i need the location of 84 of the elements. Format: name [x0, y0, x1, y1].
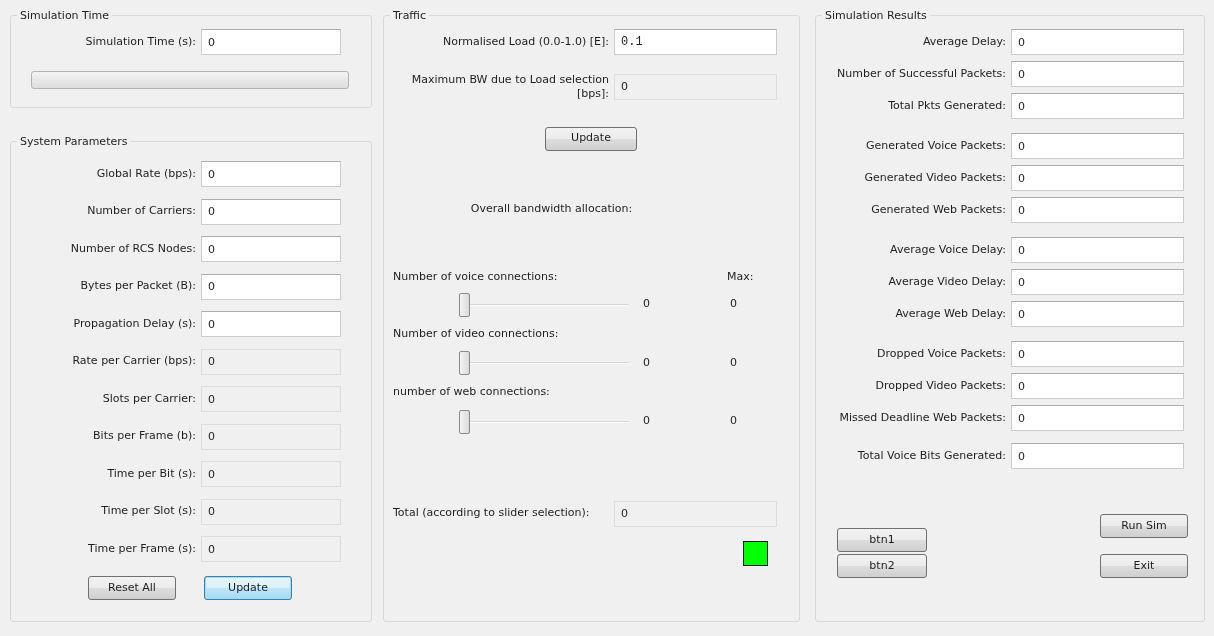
input-field[interactable]: 0: [201, 348, 341, 375]
field-label: Time per Bit (s):: [106, 465, 196, 482]
input-field[interactable]: 0: [201, 29, 341, 55]
max-value: 0: [730, 354, 737, 371]
input-field[interactable]: 0: [201, 536, 341, 562]
input-field[interactable]: 0: [1011, 237, 1184, 263]
input-field[interactable]: 0: [201, 423, 341, 450]
input-field[interactable]: 0: [1011, 165, 1184, 191]
field-label: Generated Video Packets:: [863, 169, 1006, 186]
input-field[interactable]: 0: [1011, 29, 1184, 55]
update-button[interactable]: Update: [545, 126, 637, 151]
field-label: Generated Web Packets:: [870, 201, 1006, 218]
button[interactable]: btn2: [837, 554, 927, 578]
field-label: Simulation Time (s):: [84, 33, 196, 50]
input-field[interactable]: 0: [1011, 405, 1184, 431]
input-field[interactable]: 0: [1011, 133, 1184, 159]
input-field[interactable]: 0: [1011, 443, 1184, 469]
field-label: Dropped Voice Packets:: [876, 345, 1006, 362]
field-label: Time per Frame (s):: [87, 540, 196, 557]
input-field[interactable]: 0: [1011, 341, 1184, 367]
field-label: Propagation Delay (s):: [72, 315, 196, 332]
group-title: Simulation Results: [824, 10, 928, 21]
input-field[interactable]: 0: [201, 198, 341, 225]
section-label: Overall bandwidth allocation:: [469, 200, 634, 217]
input-field[interactable]: 0: [1011, 373, 1184, 399]
group-title: System Parameters: [19, 136, 129, 147]
input-field[interactable]: 0: [614, 500, 777, 527]
input-field[interactable]: 0: [201, 498, 341, 525]
field-label: Total (according to slider selection):: [392, 505, 591, 522]
field-label: Global Rate (bps):: [95, 165, 196, 182]
field-label: Bits per Frame (b):: [92, 428, 196, 445]
field-label: Missed Deadline Web Packets:: [838, 409, 1006, 426]
input-field[interactable]: 0.1: [614, 29, 777, 55]
exit-button[interactable]: Exit: [1100, 554, 1188, 578]
field-label: Number of RCS Nodes:: [69, 240, 196, 257]
field-label: Generated Voice Packets:: [864, 137, 1006, 154]
input-field[interactable]: 0: [201, 273, 341, 300]
slider[interactable]: [459, 408, 629, 435]
max-value: 0: [730, 413, 737, 430]
reset-button[interactable]: Reset All: [88, 576, 176, 600]
slider[interactable]: [459, 350, 629, 376]
field-label: Average Voice Delay:: [889, 241, 1006, 258]
input-field[interactable]: 0: [1011, 197, 1184, 223]
slider-value: 0: [643, 354, 651, 371]
field-label: Average Video Delay:: [887, 273, 1006, 290]
slider-label: number of web connections:: [392, 384, 551, 400]
input-field[interactable]: 0: [1011, 61, 1184, 87]
field-label: Average Delay:: [921, 33, 1006, 50]
field-label: Slots per Carrier:: [101, 390, 196, 407]
slider-value: 0: [643, 413, 651, 430]
max-value: 0: [730, 296, 737, 313]
field-label: Maximum BW due to Load selection [bps]:: [410, 73, 609, 101]
max-label: Max:: [727, 269, 754, 285]
field-label: Time per Slot (s):: [100, 503, 196, 520]
field-label: Dropped Video Packets:: [874, 377, 1006, 394]
field-label: Total Pkts Generated:: [887, 97, 1006, 114]
slider[interactable]: [459, 291, 629, 318]
field-label: Bytes per Packet (B):: [79, 278, 196, 295]
field-label: Number of Carriers:: [86, 203, 196, 220]
input-field[interactable]: 0: [1011, 269, 1184, 295]
input-field[interactable]: 0: [201, 236, 341, 262]
input-field[interactable]: 0: [1011, 93, 1184, 119]
slider-thumb[interactable]: [459, 409, 470, 434]
slider-label: Number of voice connections:: [393, 269, 559, 285]
field-label: Total Voice Bits Generated:: [856, 447, 1006, 464]
button[interactable]: btn1: [837, 528, 927, 552]
input-field[interactable]: 0: [201, 161, 341, 187]
input-field[interactable]: 0: [201, 461, 341, 487]
field-label: Number of Successful Packets:: [836, 65, 1006, 82]
update-button[interactable]: Update: [204, 576, 292, 600]
group-title: Simulation Time: [19, 10, 110, 21]
slider-value: 0: [643, 296, 651, 313]
field-label: Normalised Load (0.0-1.0) [E]:: [442, 33, 609, 50]
input-field[interactable]: 0: [1011, 301, 1184, 327]
slider-thumb[interactable]: [459, 292, 470, 317]
run-button[interactable]: Run Sim: [1100, 514, 1188, 538]
group-title: Traffic: [392, 10, 428, 21]
field-label: Rate per Carrier (bps):: [71, 353, 196, 370]
field-label: Average Web Delay:: [894, 305, 1006, 322]
input-field[interactable]: 0: [201, 386, 341, 412]
slider-label: Number of video connections:: [392, 325, 560, 342]
slider-thumb[interactable]: [459, 351, 470, 375]
input-field[interactable]: 0: [614, 73, 777, 100]
input-field[interactable]: 0: [201, 311, 341, 337]
